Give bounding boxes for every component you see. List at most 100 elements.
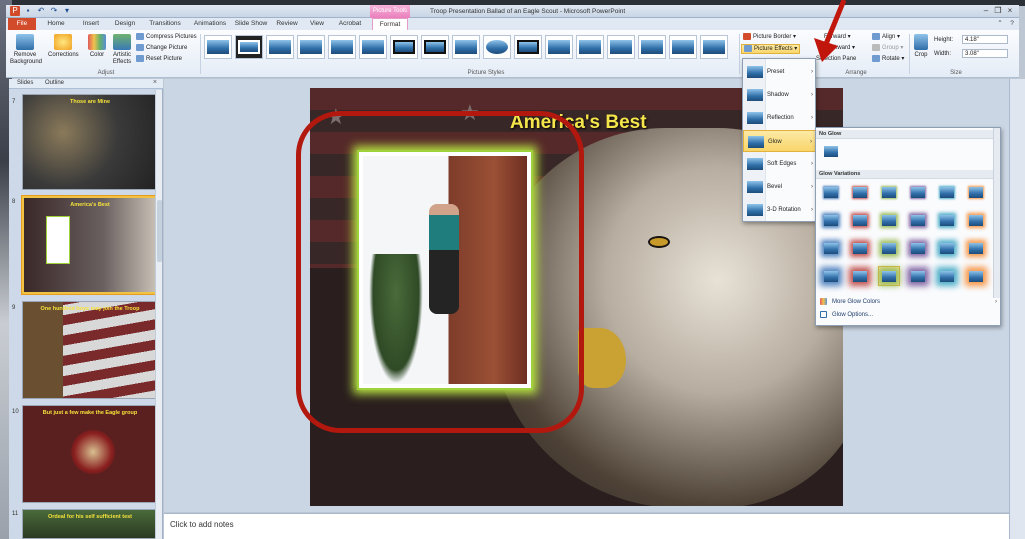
tab-acrobat[interactable]: Acrobat	[334, 18, 366, 30]
remove-background-button[interactable]: Remove Background	[10, 34, 42, 66]
picture-style-thumbnail[interactable]	[328, 35, 356, 59]
glow-variation-swatch[interactable]	[965, 210, 987, 230]
tab-slide-show[interactable]: Slide Show	[232, 18, 270, 30]
notes-pane[interactable]: Click to add notes	[164, 513, 1009, 539]
glow-variation-swatch[interactable]	[849, 210, 871, 230]
compress-pictures-button[interactable]: Compress Pictures	[136, 33, 197, 41]
no-glow-option[interactable]	[820, 141, 842, 161]
reset-picture-button[interactable]: Reset Picture	[136, 55, 182, 63]
slide-thumbnail[interactable]: Those are Mine	[22, 94, 158, 190]
more-glow-colors-item[interactable]: More Glow Colors ›	[820, 298, 997, 306]
glow-variation-swatch[interactable]	[907, 182, 929, 202]
align-button[interactable]: Align ▾	[872, 33, 900, 41]
vertical-scrollbar[interactable]	[1009, 79, 1025, 539]
height-input[interactable]: 4.18"	[962, 35, 1008, 44]
glow-variation-swatch[interactable]	[849, 182, 871, 202]
tab-slides[interactable]: Slides	[17, 80, 33, 86]
tab-transitions[interactable]: Transitions	[144, 18, 186, 30]
glow-variation-swatch[interactable]	[936, 238, 958, 258]
picture-effects-button[interactable]: Picture Effects ▾	[741, 44, 801, 55]
picture-style-thumbnail[interactable]	[297, 35, 325, 59]
glow-variation-swatch[interactable]	[936, 266, 958, 286]
glow-variation-swatch[interactable]	[907, 266, 929, 286]
menu-item-preset[interactable]: Preset ›	[743, 61, 817, 83]
color-button[interactable]: Color	[86, 34, 108, 59]
picture-style-thumbnail[interactable]	[483, 35, 511, 59]
picture-style-thumbnail[interactable]	[266, 35, 294, 59]
glow-variation-swatch[interactable]	[907, 238, 929, 258]
tab-design[interactable]: Design	[110, 18, 140, 30]
artistic-effects-button[interactable]: Artistic Effects	[108, 34, 136, 66]
corrections-button[interactable]: Corrections	[48, 34, 79, 59]
menu-item-bevel[interactable]: Bevel ›	[743, 176, 817, 198]
tab-format[interactable]: Format	[372, 18, 408, 30]
picture-style-thumbnail[interactable]	[204, 35, 232, 59]
group-button[interactable]: Group ▾	[872, 44, 903, 52]
glow-variation-swatch[interactable]	[820, 182, 842, 202]
minimize-icon[interactable]: –	[981, 6, 991, 16]
tab-view[interactable]: View	[306, 18, 328, 30]
undo-icon[interactable]: ↶	[36, 6, 46, 16]
menu-item-shadow[interactable]: Shadow ›	[743, 84, 817, 106]
minimize-ribbon-icon[interactable]: ⌃	[995, 18, 1005, 30]
tab-insert[interactable]: Insert	[76, 18, 106, 30]
menu-item-reflection[interactable]: Reflection ›	[743, 107, 817, 129]
glow-variation-swatch[interactable]	[936, 210, 958, 230]
rotate-button[interactable]: Rotate ▾	[872, 55, 904, 63]
glow-variation-swatch[interactable]	[849, 266, 871, 286]
tab-outline[interactable]: Outline	[45, 80, 64, 86]
close-icon[interactable]: ×	[1005, 6, 1015, 16]
glow-variation-swatch[interactable]	[849, 238, 871, 258]
glow-variation-swatch[interactable]	[878, 238, 900, 258]
glow-variation-swatch[interactable]	[965, 238, 987, 258]
slides-scrollbar[interactable]	[155, 90, 162, 539]
change-picture-button[interactable]: Change Picture	[136, 44, 187, 52]
menu-item-glow[interactable]: Glow ›	[743, 130, 817, 152]
picture-style-thumbnail[interactable]	[638, 35, 666, 59]
glow-variation-swatch[interactable]	[820, 266, 842, 286]
glow-variation-swatch[interactable]	[878, 266, 900, 286]
picture-style-thumbnail[interactable]	[669, 35, 697, 59]
save-icon[interactable]: ▪	[23, 6, 33, 16]
glow-variation-swatch[interactable]	[965, 266, 987, 286]
picture-style-thumbnail[interactable]	[452, 35, 480, 59]
customize-qat-icon[interactable]: ▾	[62, 6, 72, 16]
picture-style-thumbnail[interactable]	[545, 35, 573, 59]
glow-options-item[interactable]: Glow Options...	[820, 311, 873, 319]
scrollbar-thumb[interactable]	[157, 200, 162, 262]
tab-file[interactable]: File	[8, 18, 36, 30]
glow-variation-swatch[interactable]	[878, 210, 900, 230]
tab-animations[interactable]: Animations	[188, 18, 232, 30]
tab-review[interactable]: Review	[274, 18, 300, 30]
glow-variation-swatch[interactable]	[820, 210, 842, 230]
slide-thumbnail[interactable]: But just a few make the Eagle group	[22, 405, 158, 503]
glow-variation-swatch[interactable]	[820, 238, 842, 258]
menu-item-3d-rotation[interactable]: 3-D Rotation ›	[743, 199, 817, 221]
help-icon[interactable]: ?	[1007, 18, 1017, 30]
restore-icon[interactable]: ❐	[993, 6, 1003, 16]
width-input[interactable]: 3.08"	[962, 49, 1008, 58]
picture-style-thumbnail[interactable]	[514, 35, 542, 59]
redo-icon[interactable]: ↷	[49, 6, 59, 16]
glow-variation-swatch[interactable]	[878, 182, 900, 202]
picture-style-thumbnail[interactable]	[359, 35, 387, 59]
picture-style-thumbnail[interactable]	[235, 35, 263, 59]
notes-placeholder[interactable]: Click to add notes	[170, 520, 234, 529]
picture-style-thumbnail[interactable]	[607, 35, 635, 59]
picture-border-button[interactable]: Picture Border ▾	[743, 33, 796, 41]
gallery-scrollbar[interactable]	[993, 128, 1000, 298]
crop-button[interactable]: Crop	[912, 34, 930, 59]
glow-variation-swatch[interactable]	[965, 182, 987, 202]
slide-thumbnail-selected[interactable]: America's Best	[22, 196, 158, 294]
close-pane-icon[interactable]: ×	[153, 79, 157, 86]
picture-style-thumbnail[interactable]	[576, 35, 604, 59]
picture-style-thumbnail[interactable]	[421, 35, 449, 59]
picture-style-thumbnail[interactable]	[700, 35, 728, 59]
glow-variation-swatch[interactable]	[907, 210, 929, 230]
slide-thumbnail[interactable]: One hundred boys may join the Troop	[22, 301, 158, 399]
slide-thumbnail[interactable]: Ordeal for his self sufficient test	[22, 509, 158, 539]
glow-variation-swatch[interactable]	[936, 182, 958, 202]
tab-home[interactable]: Home	[42, 18, 70, 30]
picture-style-thumbnail[interactable]	[390, 35, 418, 59]
menu-item-soft-edges[interactable]: Soft Edges ›	[743, 153, 817, 175]
